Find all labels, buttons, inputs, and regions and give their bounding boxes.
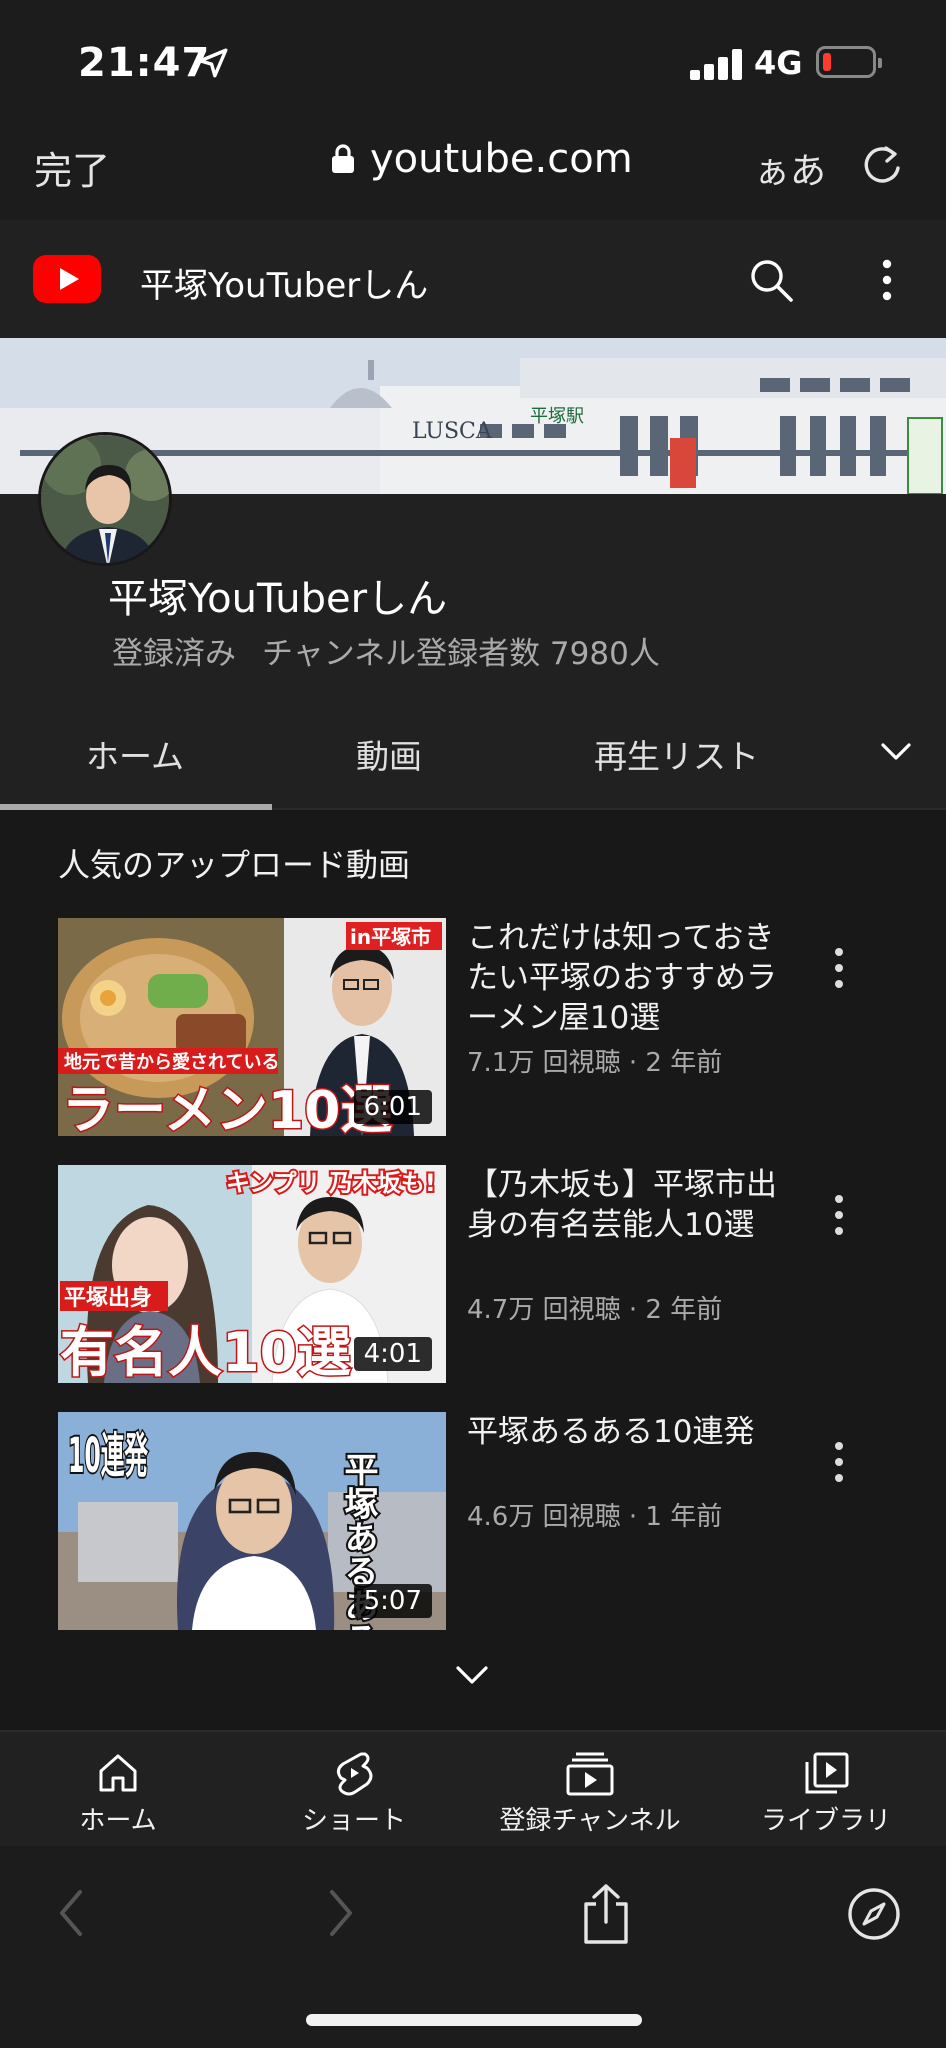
nav-shorts-label: ショート bbox=[301, 1806, 406, 1836]
thumb-main-text: 有名人10選 bbox=[60, 1321, 351, 1383]
video-duration: 6:01 bbox=[353, 1090, 432, 1124]
reload-icon[interactable] bbox=[860, 140, 904, 188]
video-item[interactable]: in平塚市 地元で昔から愛されている ラーメン10選 6:01 これだけは知って… bbox=[58, 918, 888, 1136]
tab-home[interactable]: ホーム bbox=[86, 730, 184, 778]
done-button[interactable]: 完了 bbox=[34, 140, 110, 195]
subscriptions-icon bbox=[566, 1752, 614, 1796]
text-size-button[interactable]: ぁあ bbox=[754, 142, 826, 194]
video-meta: 4.7万 回視聴 · 2 年前 bbox=[467, 1295, 723, 1325]
thumb-left-text: 10連発 bbox=[68, 1428, 148, 1484]
more-vert-icon[interactable] bbox=[830, 946, 848, 990]
nav-subscriptions-label: 登録チャンネル bbox=[499, 1806, 681, 1836]
library-icon bbox=[805, 1752, 849, 1794]
video-duration: 4:01 bbox=[353, 1337, 432, 1371]
tab-videos[interactable]: 動画 bbox=[356, 730, 422, 778]
nav-library-label: ライブラリ bbox=[760, 1806, 891, 1836]
nav-shorts[interactable]: ショート bbox=[244, 1750, 464, 1837]
back-icon[interactable] bbox=[56, 1888, 86, 1938]
forward-icon[interactable] bbox=[326, 1888, 356, 1938]
video-item[interactable]: キンプリ 乃木坂も! 平塚出身 有名人10選 4:01 【乃木坂も】平塚市出身の… bbox=[58, 1165, 888, 1383]
nav-library[interactable]: ライブラリ bbox=[716, 1750, 936, 1837]
shorts-icon bbox=[336, 1752, 373, 1796]
video-meta: 4.6万 回視聴 · 1 年前 bbox=[467, 1502, 723, 1532]
home-icon bbox=[99, 1754, 137, 1792]
nav-home-label: ホーム bbox=[79, 1806, 157, 1836]
search-icon[interactable] bbox=[747, 256, 795, 304]
channel-avatar[interactable] bbox=[38, 432, 172, 566]
subscriber-count: チャンネル登録者数 7980人 bbox=[262, 636, 660, 672]
video-thumbnail[interactable]: 10連発 平塚あるある 5:07 bbox=[58, 1412, 446, 1630]
location-arrow-icon bbox=[198, 48, 228, 78]
chevron-down-icon[interactable] bbox=[880, 740, 912, 764]
subscribed-status[interactable]: 登録済み bbox=[112, 636, 236, 672]
video-item[interactable]: 10連発 平塚あるある 5:07 平塚あるある10連発 4.6万 回視聴 · 1… bbox=[58, 1412, 888, 1630]
browser-top-bar: 完了 youtube.com ぁあ bbox=[0, 118, 946, 220]
thumb-main-text: ラーメン10選 bbox=[62, 1081, 392, 1136]
banner-brand-text: LUSCA bbox=[412, 419, 493, 444]
youtube-header: 平塚YouTuberしん bbox=[0, 220, 946, 338]
bottom-navigation: ホーム ショート 登録チャンネル ライブラリ bbox=[0, 1730, 946, 1846]
video-thumbnail[interactable]: キンプリ 乃木坂も! 平塚出身 有名人10選 4:01 bbox=[58, 1165, 446, 1383]
compass-icon[interactable] bbox=[846, 1886, 902, 1942]
video-thumbnail[interactable]: in平塚市 地元で昔から愛されている ラーメン10選 6:01 bbox=[58, 918, 446, 1136]
network-type: 4G bbox=[754, 44, 803, 82]
signal-bars-icon bbox=[690, 48, 742, 80]
nav-subscriptions[interactable]: 登録チャンネル bbox=[480, 1750, 700, 1837]
status-bar: 21:47 4G bbox=[0, 0, 946, 118]
video-duration: 5:07 bbox=[353, 1584, 432, 1618]
thumb-sub-text: 平塚出身 bbox=[64, 1285, 152, 1311]
address-bar[interactable]: youtube.com bbox=[330, 136, 633, 182]
lock-icon bbox=[332, 144, 354, 173]
video-meta: 7.1万 回視聴 · 2 年前 bbox=[467, 1048, 723, 1078]
status-time: 21:47 bbox=[78, 40, 211, 86]
thumb-tag-text: キンプリ 乃木坂も! bbox=[226, 1169, 436, 1197]
home-indicator bbox=[306, 2014, 642, 2026]
video-title[interactable]: 平塚あるある10連発 bbox=[467, 1412, 787, 1452]
expand-chevron-icon[interactable] bbox=[454, 1662, 490, 1688]
video-title[interactable]: これだけは知っておきたい平塚のおすすめラーメン屋10選 bbox=[467, 918, 787, 1038]
channel-tabs: ホーム 動画 再生リスト bbox=[0, 700, 946, 810]
video-title[interactable]: 【乃木坂も】平塚市出身の有名芸能人10選 bbox=[467, 1165, 787, 1245]
thumb-tag-text: in平塚市 bbox=[350, 925, 431, 949]
channel-name: 平塚YouTuberしん bbox=[108, 576, 448, 622]
youtube-logo-icon[interactable] bbox=[33, 255, 101, 303]
share-icon[interactable] bbox=[580, 1882, 632, 1946]
nav-home[interactable]: ホーム bbox=[8, 1750, 228, 1837]
battery-icon bbox=[816, 46, 882, 78]
thumb-sub-text: 地元で昔から愛されている bbox=[64, 1051, 279, 1073]
tab-playlists[interactable]: 再生リスト bbox=[594, 730, 759, 778]
url-text: youtube.com bbox=[370, 136, 633, 182]
channel-subtitle: 登録済み チャンネル登録者数 7980人 bbox=[112, 628, 660, 673]
header-channel-title: 平塚YouTuberしん bbox=[140, 266, 429, 306]
section-title: 人気のアップロード動画 bbox=[58, 846, 411, 884]
banner-station-text: 平塚駅 bbox=[530, 406, 584, 427]
more-vert-icon[interactable] bbox=[830, 1440, 848, 1484]
more-vert-icon[interactable] bbox=[830, 1193, 848, 1237]
more-vert-icon[interactable] bbox=[872, 256, 902, 304]
